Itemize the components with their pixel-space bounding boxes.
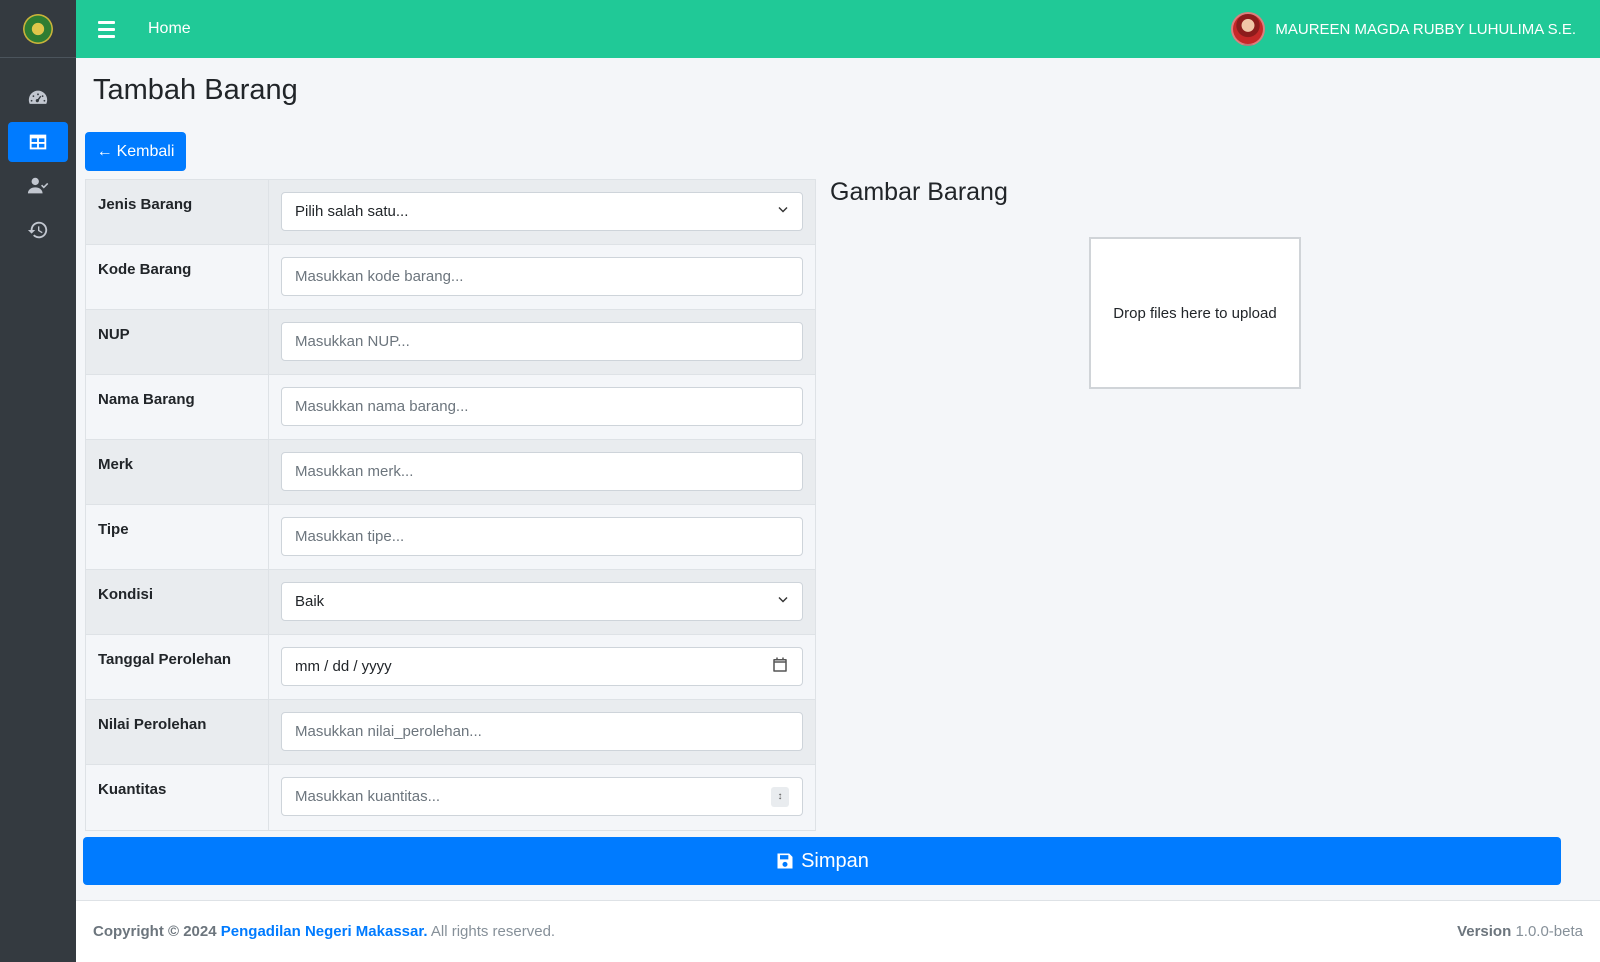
version-info: Version 1.0.0-beta — [1457, 923, 1583, 940]
nilai-perolehan-placeholder: Masukkan nilai_perolehan... — [295, 723, 482, 740]
version-label: Version — [1457, 923, 1512, 940]
kondisi-select[interactable]: Baik — [281, 582, 803, 621]
home-link[interactable]: Home — [148, 20, 191, 38]
form-row-nilai: Nilai Perolehan Masukkan nilai_perolehan… — [86, 700, 815, 765]
label-jenis-barang: Jenis Barang — [86, 180, 269, 244]
sidebar-item-users[interactable] — [8, 166, 68, 206]
tipe-input[interactable]: Masukkan tipe... — [281, 517, 803, 556]
label-kondisi: Kondisi — [86, 570, 269, 634]
tipe-placeholder: Masukkan tipe... — [295, 528, 405, 545]
save-button[interactable]: Simpan — [83, 837, 1561, 885]
sidebar — [0, 0, 76, 962]
form-row-nama: Nama Barang Masukkan nama barang... — [86, 375, 815, 440]
nup-input[interactable]: Masukkan NUP... — [281, 322, 803, 361]
version-value: 1.0.0-beta — [1515, 923, 1583, 940]
jenis-barang-select[interactable]: Pilih salah satu... — [281, 192, 803, 231]
main-content: Tambah Barang ← Kembali Jenis Barang Pil… — [76, 58, 1600, 962]
save-icon — [777, 853, 793, 869]
form-row-tipe: Tipe Masukkan tipe... — [86, 505, 815, 570]
page-title: Tambah Barang — [93, 74, 298, 106]
form-row-kondisi: Kondisi Baik — [86, 570, 815, 635]
copyright-prefix: Copyright © 2024 — [93, 923, 217, 940]
label-tipe: Tipe — [86, 505, 269, 569]
label-nama-barang: Nama Barang — [86, 375, 269, 439]
user-name: MAUREEN MAGDA RUBBY LUHULIMA S.E. — [1275, 20, 1576, 38]
calendar-icon[interactable] — [771, 656, 789, 678]
rights-text: All rights reserved. — [430, 923, 556, 940]
chevron-down-icon — [777, 203, 789, 220]
kode-barang-input[interactable]: Masukkan kode barang... — [281, 257, 803, 296]
nama-barang-input[interactable]: Masukkan nama barang... — [281, 387, 803, 426]
jenis-barang-value: Pilih salah satu... — [295, 203, 409, 220]
nama-barang-placeholder: Masukkan nama barang... — [295, 398, 469, 415]
brand-link[interactable]: Pengadilan Negeri Makassar. — [221, 923, 428, 940]
nilai-perolehan-input[interactable]: Masukkan nilai_perolehan... — [281, 712, 803, 751]
form-row-jenis: Jenis Barang Pilih salah satu... — [86, 180, 815, 245]
avatar — [1231, 12, 1266, 46]
tanggal-perolehan-date-input[interactable]: mm / dd / yyyy — [281, 647, 803, 686]
chevron-down-icon — [777, 593, 789, 610]
save-button-label: Simpan — [801, 849, 869, 872]
form-row-merk: Merk Masukkan merk... — [86, 440, 815, 505]
form-row-tanggal: Tanggal Perolehan mm / dd / yyyy — [86, 635, 815, 700]
top-navbar: Home MAUREEN MAGDA RUBBY LUHULIMA S.E. — [76, 0, 1600, 58]
label-kuantitas: Kuantitas — [86, 765, 269, 830]
back-button[interactable]: ← Kembali — [85, 132, 186, 171]
history-icon — [27, 221, 48, 239]
merk-input[interactable]: Masukkan merk... — [281, 452, 803, 491]
hamburger-menu-icon[interactable] — [98, 17, 122, 41]
kuantitas-number-input[interactable]: Masukkan kuantitas... ↕ — [281, 777, 803, 816]
kode-barang-placeholder: Masukkan kode barang... — [295, 268, 464, 285]
copyright: Copyright © 2024 Pengadilan Negeri Makas… — [93, 923, 555, 940]
user-check-icon — [27, 177, 49, 194]
form-row-kode: Kode Barang Masukkan kode barang... — [86, 245, 815, 310]
sidebar-nav — [0, 58, 76, 250]
merk-placeholder: Masukkan merk... — [295, 463, 414, 480]
court-emblem-icon — [23, 13, 53, 44]
arrow-left-icon: ← — [96, 142, 113, 160]
footer: Copyright © 2024 Pengadilan Negeri Makas… — [76, 900, 1600, 962]
back-button-label: Kembali — [116, 142, 175, 160]
label-kode-barang: Kode Barang — [86, 245, 269, 309]
tachometer-icon — [28, 90, 48, 104]
label-tanggal-perolehan: Tanggal Perolehan — [86, 635, 269, 699]
user-menu[interactable]: MAUREEN MAGDA RUBBY LUHULIMA S.E. — [1231, 0, 1576, 58]
file-dropzone[interactable]: Drop files here to upload — [1089, 237, 1301, 389]
form-row-kuantitas: Kuantitas Masukkan kuantitas... ↕ — [86, 765, 815, 830]
number-spinner-icon[interactable]: ↕ — [771, 786, 789, 807]
label-merk: Merk — [86, 440, 269, 504]
kondisi-value: Baik — [295, 593, 325, 610]
dropzone-text: Drop files here to upload — [1113, 304, 1277, 322]
sidebar-item-history[interactable] — [8, 210, 68, 250]
kuantitas-placeholder: Masukkan kuantitas... — [295, 788, 441, 805]
gallery-title: Gambar Barang — [830, 178, 1008, 206]
nup-placeholder: Masukkan NUP... — [295, 333, 410, 350]
item-form: Jenis Barang Pilih salah satu... Kode Ba… — [85, 179, 816, 831]
brand-logo[interactable] — [0, 0, 76, 58]
table-icon — [29, 134, 47, 150]
form-row-nup: NUP Masukkan NUP... — [86, 310, 815, 375]
tanggal-perolehan-value: mm / dd / yyyy — [295, 658, 392, 675]
label-nilai-perolehan: Nilai Perolehan — [86, 700, 269, 764]
sidebar-item-dashboard[interactable] — [8, 78, 68, 118]
sidebar-item-table[interactable] — [8, 122, 68, 162]
label-nup: NUP — [86, 310, 269, 374]
